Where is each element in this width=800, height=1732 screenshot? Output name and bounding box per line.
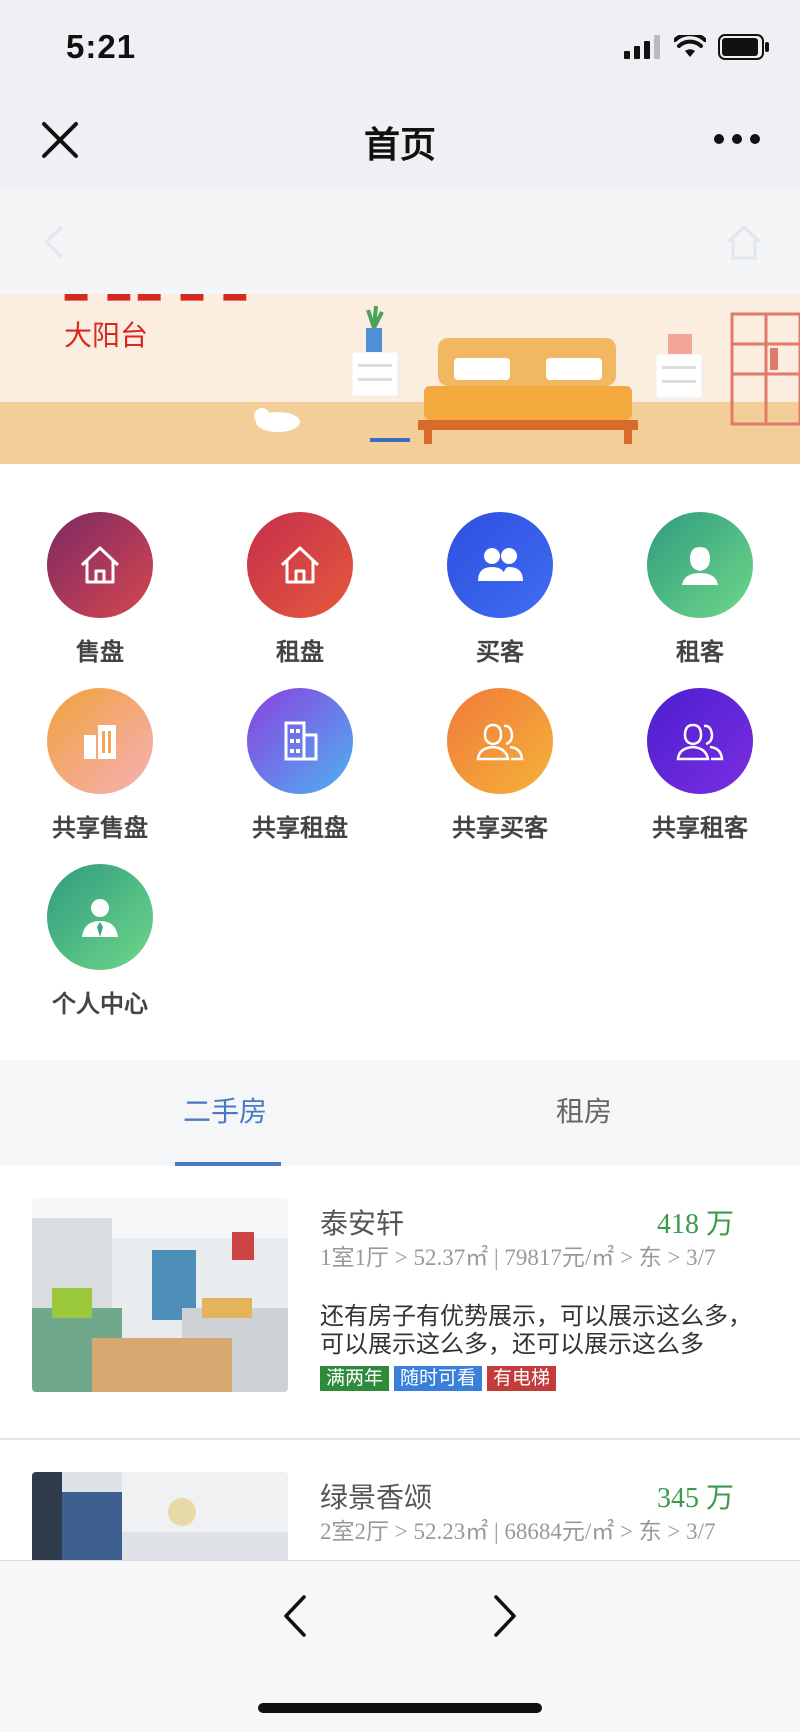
listing-photo bbox=[32, 1198, 288, 1392]
back-chevron-icon[interactable] bbox=[40, 224, 70, 260]
listing-meta: 1室1厅 > 52.37㎡ | 79817元/㎡ > 东 > 3/7 bbox=[320, 1245, 716, 1270]
bottom-toolbar bbox=[0, 1560, 800, 1732]
tag-badge: 随时可看 bbox=[394, 1366, 483, 1391]
tab-rental[interactable]: 租房 bbox=[556, 1090, 612, 1130]
person-icon bbox=[647, 512, 753, 618]
signal-icon bbox=[624, 35, 660, 59]
status-time: 5:21 bbox=[66, 28, 137, 65]
listing-tags: 满两年 随时可看 有电梯 bbox=[320, 1366, 557, 1391]
user-tie-icon bbox=[47, 864, 153, 970]
page-title: 首页 bbox=[363, 125, 436, 166]
promo-banner[interactable]: ▬ ▬▬ ▬ ▬ 大阳台 bbox=[0, 294, 800, 464]
house-icon bbox=[47, 512, 153, 618]
header-overlay bbox=[0, 188, 800, 294]
grid-item-shared-sale[interactable]: 共享售盘 bbox=[0, 640, 200, 842]
people-outline-icon bbox=[447, 688, 553, 794]
house-icon bbox=[247, 512, 353, 618]
home-indicator[interactable] bbox=[258, 1703, 542, 1713]
listing-item[interactable]: 泰安轩 418 万 1室1厅 > 52.37㎡ | 79817元/㎡ > 东 >… bbox=[0, 1166, 800, 1438]
tab-second-hand[interactable]: 二手房 bbox=[183, 1090, 267, 1130]
grid-item-shared-buyers[interactable]: 共享买客 bbox=[400, 640, 600, 842]
listing-name: 泰安轩 bbox=[320, 1207, 405, 1240]
grid-item-rent-listing[interactable]: 租盘 bbox=[200, 464, 400, 666]
listing-price: 345 万 bbox=[656, 1483, 734, 1514]
people-icon bbox=[447, 512, 553, 618]
listing-price: 418 万 bbox=[656, 1209, 734, 1240]
nav-bar: 首页 bbox=[0, 96, 800, 188]
feature-grid: 售盘 租盘 买客 租客 共享售盘 共享租盘 共享买客 共享租客 个人中心 bbox=[0, 464, 800, 1060]
battery-icon bbox=[718, 34, 769, 60]
back-chevron-icon[interactable] bbox=[280, 1591, 310, 1641]
grid-item-shared-rent[interactable]: 共享租盘 bbox=[200, 640, 400, 842]
listing-name: 绿景香颂 bbox=[320, 1481, 433, 1514]
system-icons bbox=[624, 34, 770, 60]
people-outline-icon bbox=[647, 688, 753, 794]
grid-item-buyers[interactable]: 买客 bbox=[400, 464, 600, 666]
status-bar: 5:21 bbox=[0, 0, 800, 96]
more-icon[interactable] bbox=[714, 134, 760, 144]
grid-item-sale-listing[interactable]: 售盘 bbox=[0, 464, 200, 666]
wifi-icon bbox=[674, 35, 706, 57]
listing-description: 还有房子有优势展示，可以展示这么多，可以展示这么多，还可以展示这么多 bbox=[320, 1302, 752, 1358]
buildings-icon bbox=[47, 688, 153, 794]
building-icon bbox=[247, 688, 353, 794]
tag-badge: 满两年 bbox=[320, 1366, 390, 1391]
listing-tabs: 二手房 租房 bbox=[0, 1060, 800, 1166]
tag-badge: 有电梯 bbox=[487, 1366, 557, 1391]
grid-item-personal-center[interactable]: 个人中心 bbox=[0, 816, 200, 1018]
grid-item-shared-tenants[interactable]: 共享租客 bbox=[600, 640, 800, 842]
grid-item-tenants[interactable]: 租客 bbox=[600, 464, 800, 666]
forward-chevron-icon[interactable] bbox=[490, 1591, 520, 1641]
banner-illustration bbox=[254, 305, 800, 444]
home-icon[interactable] bbox=[724, 222, 764, 262]
listing-meta: 2室2厅 > 52.23㎡ | 68684元/㎡ > 东 > 3/7 bbox=[320, 1519, 716, 1544]
